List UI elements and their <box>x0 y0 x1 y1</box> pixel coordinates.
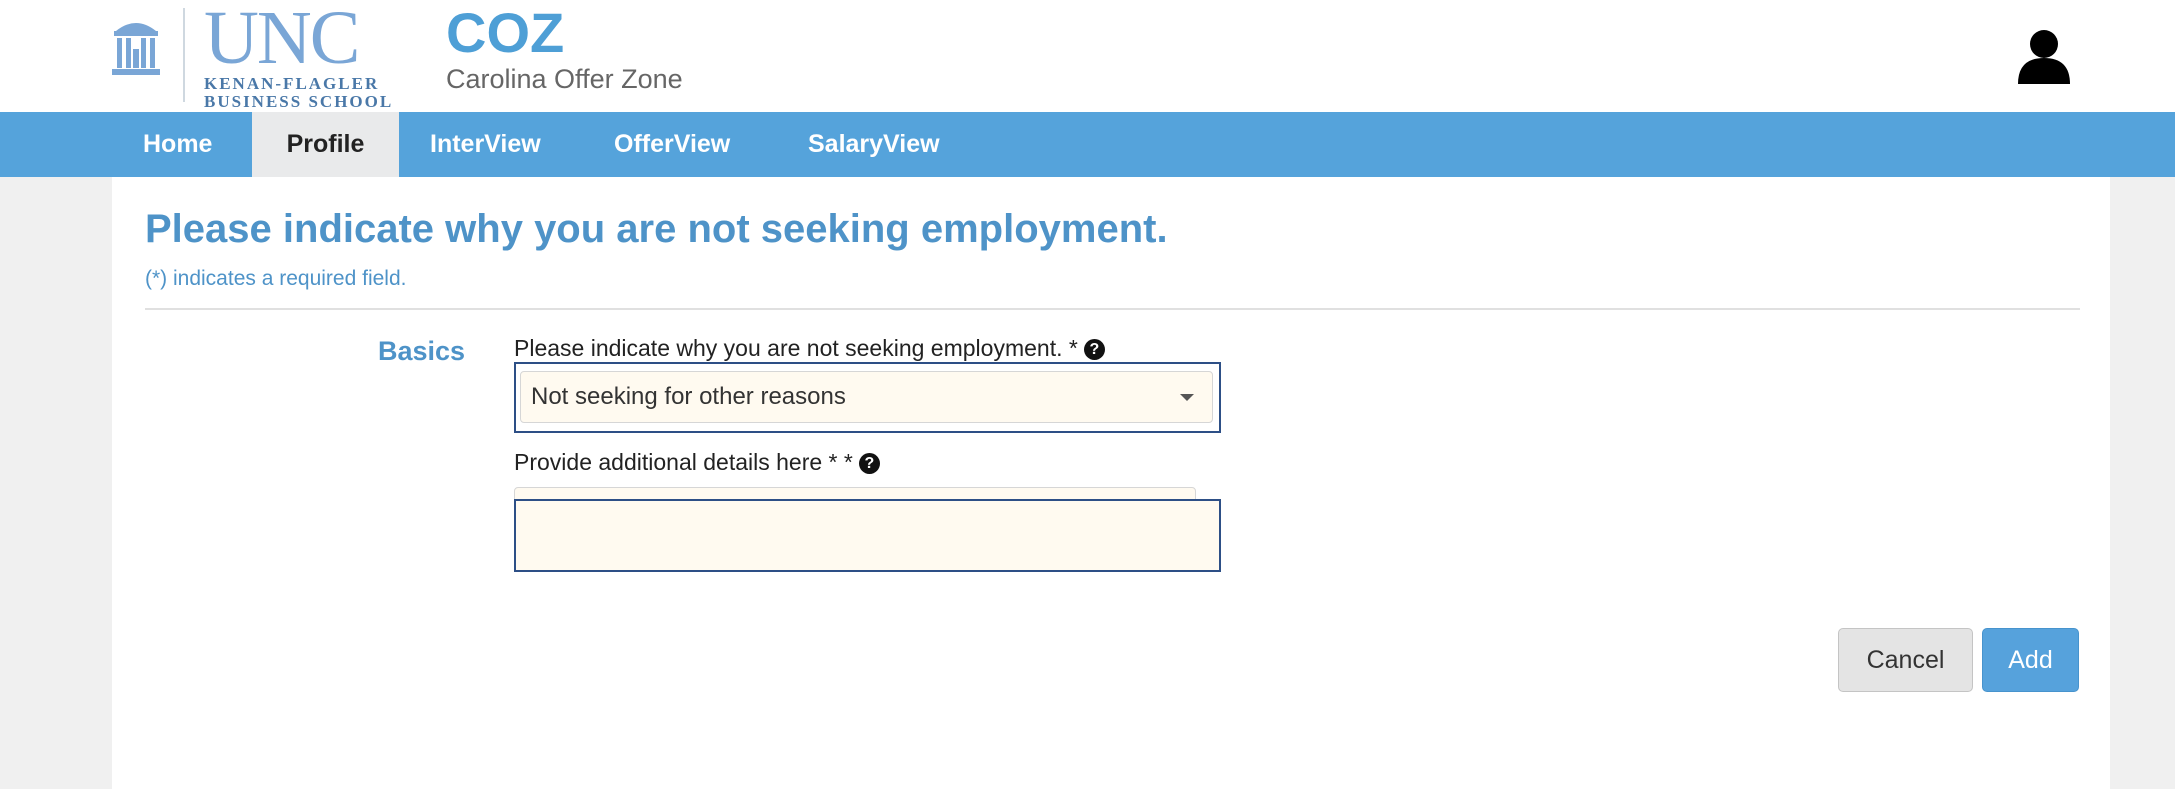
reason-label-text: Please indicate why you are not seeking … <box>514 335 1078 361</box>
page-title: Please indicate why you are not seeking … <box>145 207 1168 251</box>
required-note: (*) indicates a required field. <box>145 267 407 290</box>
main-nav: Home Profile InterView OfferView SalaryV… <box>0 112 2175 177</box>
old-well-icon <box>112 23 160 75</box>
reason-select-focus: Not seeking for other reasons <box>514 362 1221 433</box>
logo-divider <box>183 8 185 102</box>
details-textarea[interactable] <box>514 499 1221 572</box>
logo-school-line2: BUSINESS SCHOOL <box>204 92 394 111</box>
nav-profile[interactable]: Profile <box>252 112 399 177</box>
chevron-down-icon <box>1180 394 1194 401</box>
nav-home[interactable]: Home <box>113 112 242 177</box>
content-panel <box>112 177 2110 789</box>
details-label-text: Provide additional details here * * <box>514 449 853 475</box>
logo-unc-text: UNC <box>204 0 360 80</box>
app-subtitle: Carolina Offer Zone <box>446 64 683 94</box>
reason-select[interactable]: Not seeking for other reasons <box>520 371 1213 423</box>
user-icon[interactable] <box>2014 28 2074 84</box>
app-name: COZ <box>446 1 565 64</box>
details-field-label: Provide additional details here * *? <box>514 447 880 477</box>
section-label-basics: Basics <box>378 336 466 366</box>
reason-field-label: Please indicate why you are not seeking … <box>514 333 1105 363</box>
reason-select-value: Not seeking for other reasons <box>531 383 846 410</box>
divider <box>145 308 2080 310</box>
nav-interview[interactable]: InterView <box>400 112 571 177</box>
header: UNC KENAN-FLAGLER BUSINESS SCHOOL COZ Ca… <box>0 0 2175 112</box>
nav-offerview[interactable]: OfferView <box>584 112 760 177</box>
add-button[interactable]: Add <box>1982 628 2079 692</box>
question-circle-icon[interactable]: ? <box>1083 339 1105 360</box>
question-circle-icon[interactable]: ? <box>858 453 880 474</box>
cancel-button[interactable]: Cancel <box>1838 628 1973 692</box>
logo-school-line1: KENAN-FLAGLER <box>204 74 380 93</box>
nav-salaryview[interactable]: SalaryView <box>778 112 970 177</box>
